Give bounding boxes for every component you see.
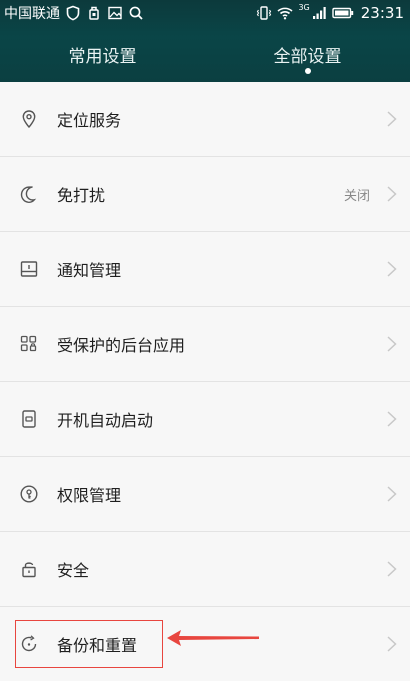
battery-icon <box>332 5 354 21</box>
tab-bar: 常用设置 全部设置 <box>0 26 410 82</box>
settings-item-label: 定位服务 <box>57 111 122 130</box>
status-bar-left: 中国联通 <box>4 3 144 23</box>
chevron-right-icon <box>386 635 398 653</box>
moon-icon <box>19 184 39 204</box>
settings-item-label: 开机自动启动 <box>57 411 154 430</box>
chevron-right-icon <box>386 560 398 578</box>
carrier-name: 中国联通 <box>4 6 60 22</box>
shield-icon <box>65 5 81 21</box>
chevron-right-icon <box>386 110 398 128</box>
settings-item-label: 免打扰 <box>57 186 106 205</box>
settings-item-label: 通知管理 <box>57 261 122 280</box>
settings-item-notification-management[interactable]: 通知管理 <box>0 232 410 307</box>
header: 中国联通 3G 23:31 常用设置 全部设置 <box>0 0 410 82</box>
settings-item-label: 受保护的后台应用 <box>57 336 186 355</box>
chevron-right-icon <box>386 485 398 503</box>
lock-icon <box>19 559 39 579</box>
vibrate-icon <box>256 5 272 21</box>
settings-item-permission-management[interactable]: 权限管理 <box>0 457 410 532</box>
settings-item-do-not-disturb[interactable]: 免打扰 关闭 <box>0 157 410 232</box>
permission-icon <box>19 484 39 504</box>
annotation-arrow-icon <box>167 630 259 646</box>
tab-all-settings[interactable]: 全部设置 <box>205 26 410 82</box>
wifi-icon <box>277 5 293 21</box>
autostart-icon <box>19 409 39 429</box>
settings-item-protected-apps[interactable]: 受保护的后台应用 <box>0 307 410 382</box>
notification-icon <box>19 259 39 279</box>
settings-item-location[interactable]: 定位服务 <box>0 82 410 157</box>
chevron-right-icon <box>386 185 398 203</box>
clock: 23:31 <box>360 4 404 22</box>
status-bar-right: 3G 23:31 <box>256 2 404 22</box>
settings-item-label: 权限管理 <box>57 486 122 505</box>
settings-list: 定位服务 免打扰 关闭 通知管理 受保护的后台应用 开机自动启动 权限管理 安全… <box>0 82 410 681</box>
image-icon <box>107 5 123 21</box>
signal-icon <box>311 5 327 21</box>
tab-common-settings[interactable]: 常用设置 <box>0 26 205 82</box>
settings-item-security[interactable]: 安全 <box>0 532 410 607</box>
search-icon <box>128 5 144 21</box>
network-type: 3G <box>298 2 310 12</box>
chevron-right-icon <box>386 410 398 428</box>
chevron-right-icon <box>386 260 398 278</box>
location-icon <box>19 109 39 129</box>
settings-item-value: 关闭 <box>343 188 370 204</box>
cleaner-icon <box>86 5 102 21</box>
settings-item-auto-start[interactable]: 开机自动启动 <box>0 382 410 457</box>
apps-grid-icon <box>19 334 39 354</box>
settings-item-label: 安全 <box>57 561 90 580</box>
status-bar: 中国联通 3G 23:31 <box>0 0 410 26</box>
chevron-right-icon <box>386 335 398 353</box>
highlight-box <box>15 620 163 668</box>
